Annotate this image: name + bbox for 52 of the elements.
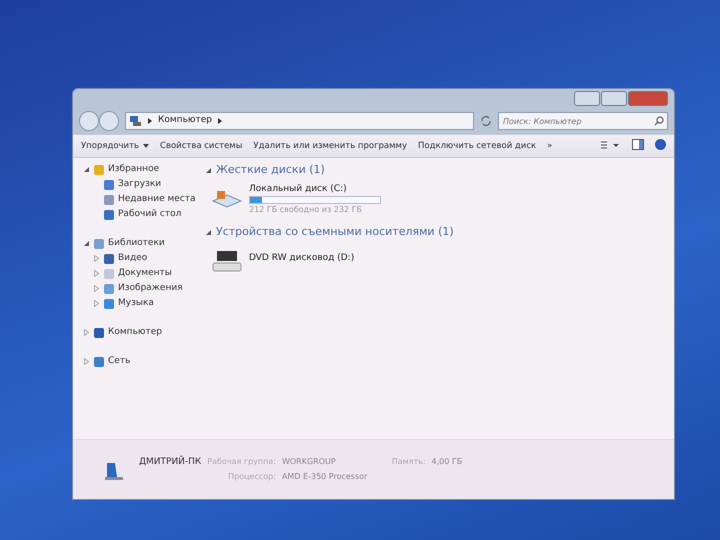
sidebar-item[interactable]: Рабочий стол (118, 208, 182, 222)
collapsed-arrow-icon[interactable] (93, 300, 100, 307)
detail-label: Рабочая группа: (207, 456, 276, 468)
detail-value: 4,00 ГБ (432, 456, 462, 468)
sidebar-item[interactable]: Видео (118, 252, 148, 266)
sidebar-item[interactable]: Недавние места (118, 192, 196, 206)
sidebar-item[interactable]: Сеть (108, 354, 130, 368)
toolbar-button[interactable]: » (547, 140, 552, 152)
sidebar-item[interactable]: Документы (118, 266, 172, 280)
collapsed-arrow-icon[interactable] (93, 270, 100, 277)
toolbar-button[interactable]: Свойства системы (160, 140, 242, 152)
search-icon (654, 116, 664, 126)
address-bar[interactable]: Компьютер (125, 112, 474, 130)
collapsed-arrow-icon[interactable] (83, 358, 90, 365)
preview-pane-icon[interactable] (632, 139, 644, 153)
sidebar-item[interactable]: Загрузки (118, 178, 162, 192)
collapsed-arrow-icon[interactable] (83, 329, 90, 336)
drive-name[interactable]: DVD RW дисковод (D:) (249, 252, 354, 266)
sidebar-item[interactable]: Изображения (118, 282, 183, 296)
expanded-arrow-icon[interactable] (83, 166, 90, 173)
back-button[interactable] (79, 111, 99, 131)
breadcrumb-item[interactable]: Компьютер (158, 114, 212, 128)
search-input[interactable]: Поиск: Компьютер (498, 112, 668, 130)
refresh-icon[interactable] (480, 115, 492, 127)
collapsed-arrow-icon[interactable] (93, 285, 100, 292)
drive-info: 212 ГБ свободно из 232 ГБ (249, 204, 363, 216)
caret-icon (143, 144, 150, 148)
expanded-arrow-icon[interactable] (205, 166, 212, 174)
forward-button[interactable] (99, 111, 119, 131)
maximize-button[interactable] (601, 91, 627, 106)
toolbar-button[interactable]: Упорядочить (81, 140, 150, 152)
detail-label: Память: (392, 456, 426, 468)
computer-name: ДМИТРИЙ-ПК (139, 456, 202, 469)
group-header[interactable]: Жесткие диски (1) (216, 162, 325, 178)
group-header[interactable]: Устройства со съемными носителями (1) (216, 224, 454, 240)
detail-label: Процессор: (227, 471, 276, 484)
detail-value: WORKGROUP (282, 456, 336, 468)
collapsed-arrow-icon[interactable] (93, 255, 100, 262)
chevron-icon[interactable] (218, 118, 222, 124)
detail-value: AMD E-350 Processor (282, 471, 368, 484)
expanded-arrow-icon[interactable] (205, 228, 212, 236)
drive-name[interactable]: Локальный диск (C:) (249, 182, 381, 196)
sidebar-item[interactable]: Избранное (108, 162, 160, 176)
toolbar-button[interactable]: Подключить сетевой диск (418, 140, 536, 152)
sidebar-item[interactable]: Компьютер (108, 326, 162, 340)
expanded-arrow-icon[interactable] (83, 240, 90, 247)
minimize-button[interactable] (574, 91, 600, 106)
chevron-icon[interactable] (148, 118, 152, 124)
toolbar-button[interactable]: Удалить или изменить программу (253, 140, 407, 152)
computer-icon (130, 116, 142, 126)
sidebar-item[interactable]: Музыка (118, 296, 154, 310)
sidebar-item[interactable]: Библиотеки (108, 236, 165, 250)
